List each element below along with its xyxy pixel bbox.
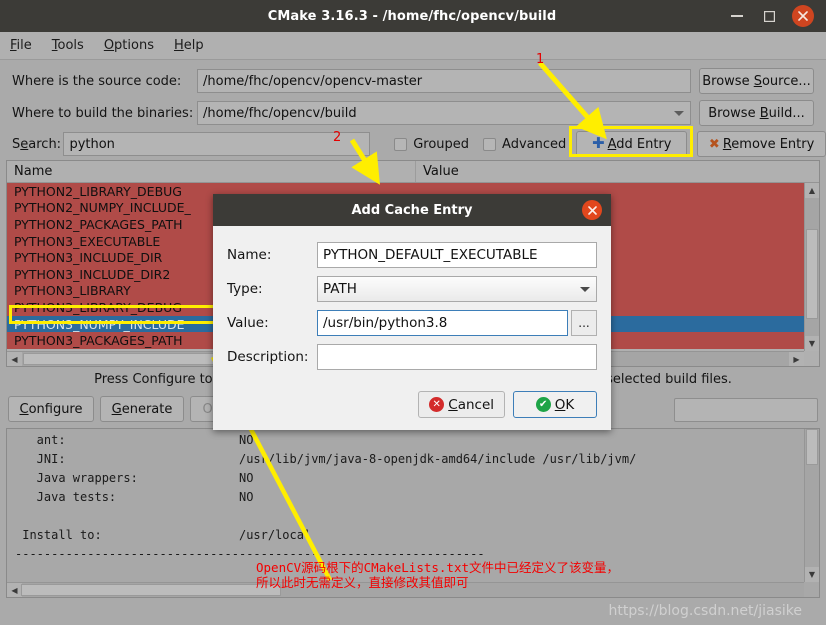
build-binaries-row: Where to build the binaries: /home/fhc/o… <box>0 98 826 128</box>
log-scroll-left-icon[interactable]: ◀ <box>7 583 22 597</box>
source-code-label: Where is the source code: <box>12 74 197 89</box>
menu-options-rest: ptions <box>114 38 154 53</box>
checkbox-box-icon <box>394 138 407 151</box>
chinese-line-1: OpenCV源码根下的CMakeLists.txt文件中已经定义了该变量， <box>256 560 619 575</box>
dialog-ok-button[interactable]: ✔ OK <box>513 391 597 418</box>
dialog-description-input[interactable] <box>317 344 597 370</box>
source-code-input[interactable]: /home/fhc/opencv/opencv-master <box>197 69 691 93</box>
close-icon[interactable] <box>792 5 814 27</box>
annotation-marker-2: 2 <box>333 130 341 145</box>
dialog-description-label: Description: <box>227 349 317 365</box>
search-row: Search: python Grouped Advanced ✚ Add En… <box>0 129 826 159</box>
build-binaries-label: Where to build the binaries: <box>12 106 197 121</box>
dialog-name-row: Name: PYTHON_DEFAULT_EXECUTABLE <box>227 238 597 272</box>
plus-icon: ✚ <box>592 136 605 151</box>
browse-build-label: Browse Build... <box>708 106 805 121</box>
chinese-line-2: 所以此时无需定义，直接修改其值即可 <box>256 575 469 590</box>
build-binaries-combo[interactable]: /home/fhc/opencv/build <box>197 101 691 125</box>
menu-bar: File Tools Options Help <box>0 32 826 60</box>
configure-label: Configure <box>19 402 82 417</box>
table-vertical-scrollbar[interactable]: ▲ ▼ <box>804 183 819 351</box>
scroll-left-icon[interactable]: ◀ <box>7 352 22 366</box>
dialog-type-label: Type: <box>227 281 317 297</box>
dialog-value-label: Value: <box>227 315 317 331</box>
grouped-label: Grouped <box>413 137 469 152</box>
search-label: Search: <box>12 137 63 152</box>
cancel-x-icon: ✕ <box>429 397 444 412</box>
grouped-checkbox[interactable]: Grouped <box>394 137 469 152</box>
dialog-name-input[interactable]: PYTHON_DEFAULT_EXECUTABLE <box>317 242 597 268</box>
dialog-close-icon[interactable] <box>582 200 602 220</box>
log-vertical-scroll-thumb[interactable] <box>806 429 818 465</box>
build-binaries-value: /home/fhc/opencv/build <box>203 106 357 121</box>
column-header-value[interactable]: Value <box>416 161 819 182</box>
add-entry-label: Add Entry <box>608 137 672 152</box>
menu-file-rest: ile <box>17 38 32 53</box>
window-title: CMake 3.16.3 - /home/fhc/opencv/build <box>0 9 728 24</box>
dialog-footer: ✕ Cancel ✔ OK <box>418 391 597 418</box>
dialog-cancel-label: Cancel <box>448 397 494 413</box>
menu-help-rest: elp <box>184 38 204 53</box>
browse-source-button[interactable]: Browse Source... <box>699 68 814 94</box>
ok-check-icon: ✔ <box>536 397 551 412</box>
log-scroll-down-icon[interactable]: ▼ <box>805 567 819 582</box>
cmake-gui-window: CMake 3.16.3 - /home/fhc/opencv/build Fi… <box>0 0 826 625</box>
scroll-right-icon[interactable]: ▶ <box>789 352 804 366</box>
dialog-description-row: Description: <box>227 340 597 374</box>
table-header: Name Value <box>7 161 819 183</box>
minimize-icon[interactable] <box>728 7 746 25</box>
title-bar: CMake 3.16.3 - /home/fhc/opencv/build <box>0 0 826 32</box>
advanced-label: Advanced <box>502 137 566 152</box>
add-cache-entry-dialog: Add Cache Entry Name: PYTHON_DEFAULT_EXE… <box>213 194 611 430</box>
cross-icon: ✖ <box>709 138 720 151</box>
dialog-title: Add Cache Entry <box>351 203 472 218</box>
window-controls <box>728 5 826 27</box>
progress-bar <box>674 398 818 422</box>
remove-entry-button[interactable]: ✖ Remove Entry <box>697 131 826 157</box>
search-input[interactable]: python <box>63 132 370 156</box>
column-header-name[interactable]: Name <box>7 161 416 182</box>
browse-build-button[interactable]: Browse Build... <box>699 100 814 126</box>
dialog-ok-label: OK <box>555 397 575 413</box>
annotation-marker-1: 1 <box>536 52 544 67</box>
browse-source-label: Browse Source... <box>702 74 811 89</box>
add-entry-button[interactable]: ✚ Add Entry <box>576 131 687 157</box>
vertical-scroll-thumb[interactable] <box>806 229 818 319</box>
dialog-type-value: PATH <box>323 281 357 297</box>
generate-label: Generate <box>112 402 173 417</box>
source-code-row: Where is the source code: /home/fhc/open… <box>0 66 826 96</box>
dialog-body: Name: PYTHON_DEFAULT_EXECUTABLE Type: PA… <box>213 226 611 374</box>
dialog-type-select[interactable]: PATH <box>317 276 597 302</box>
chevron-down-icon <box>580 287 590 292</box>
checkbox-box-icon <box>483 138 496 151</box>
scroll-down-icon[interactable]: ▼ <box>805 336 819 351</box>
menu-item-tools[interactable]: Tools <box>42 36 94 55</box>
maximize-icon[interactable] <box>760 7 778 25</box>
dialog-value-input[interactable]: /usr/bin/python3.8 <box>317 310 568 336</box>
dialog-cancel-button[interactable]: ✕ Cancel <box>418 391 505 418</box>
generate-button[interactable]: Generate <box>100 396 184 422</box>
dialog-title-bar: Add Cache Entry <box>213 194 611 226</box>
dialog-type-row: Type: PATH <box>227 272 597 306</box>
menu-item-file[interactable]: File <box>0 36 42 55</box>
watermark-text: https://blog.csdn.net/jiasike <box>608 603 802 619</box>
chinese-annotation-text: OpenCV源码根下的CMakeLists.txt文件中已经定义了该变量， 所以… <box>256 560 619 590</box>
chevron-down-icon <box>674 111 684 116</box>
dialog-browse-dots-button[interactable]: ... <box>571 310 597 336</box>
scroll-up-icon[interactable]: ▲ <box>805 183 819 198</box>
advanced-checkbox[interactable]: Advanced <box>483 137 566 152</box>
menu-tools-rest: ools <box>58 38 84 53</box>
dialog-value-row: Value: /usr/bin/python3.8 ... <box>227 306 597 340</box>
menu-item-options[interactable]: Options <box>94 36 164 55</box>
menu-item-help[interactable]: Help <box>164 36 214 55</box>
log-vertical-scrollbar[interactable]: ▼ <box>804 429 819 582</box>
configure-button[interactable]: Configure <box>8 396 94 422</box>
dialog-name-label: Name: <box>227 247 317 263</box>
log-horizontal-scroll-thumb[interactable] <box>21 584 281 596</box>
remove-entry-label: Remove Entry <box>723 137 814 152</box>
